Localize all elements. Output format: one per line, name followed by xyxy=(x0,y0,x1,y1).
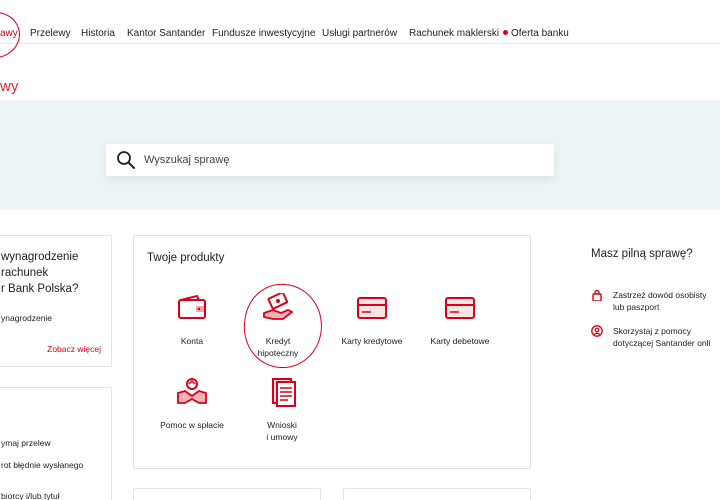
search-icon[interactable] xyxy=(116,150,136,170)
page-title: wy xyxy=(0,78,19,95)
promo-card: wynagrodzenie rachunek r Bank Polska? yn… xyxy=(0,235,112,367)
wallet-icon xyxy=(178,294,206,319)
products-title: Twoje produkty xyxy=(147,252,225,264)
nav-item-kantor[interactable]: Kantor Santander xyxy=(127,28,205,39)
see-more-link[interactable]: Zobacz więcej xyxy=(47,344,101,354)
helping-hands-icon xyxy=(177,378,207,404)
urgent-item-block-id-label: Zastrzeż dowód osobisty lub paszport xyxy=(613,290,707,312)
product-wnioski-label: Wnioski i umowy xyxy=(266,420,298,442)
nav-item-uslugi-partnerow[interactable]: Usługi partnerów xyxy=(322,28,397,39)
product-karty-debetowe[interactable]: Karty debetowe xyxy=(415,293,505,347)
transfers-card: ymaj przelew rot błędnie wysłanego biorc… xyxy=(0,387,112,500)
product-pomoc-w-splacie[interactable]: Pomoc w spłacie xyxy=(147,377,237,431)
user-help-icon xyxy=(591,325,603,337)
transfer-option-change[interactable]: biorcy i/lub tytuł xyxy=(1,491,60,500)
transfer-option-return[interactable]: rot błędnie wysłanego xyxy=(1,460,83,470)
transfer-option-stop[interactable]: ymaj przelew xyxy=(1,438,51,448)
top-navigation: awy Przelewy Historia Kantor Santander F… xyxy=(0,0,720,62)
product-kredyt-label: Kredyt hipoteczny xyxy=(257,336,299,358)
nav-item-oferta-banku[interactable]: Oferta banku xyxy=(503,28,569,39)
hero-band xyxy=(0,100,720,210)
product-karty-debetowe-label: Karty debetowe xyxy=(430,336,490,346)
product-wnioski-i-umowy[interactable]: Wnioski i umowy xyxy=(237,377,327,443)
promo-title: wynagrodzenie rachunek r Bank Polska? xyxy=(1,251,79,295)
credit-card-icon xyxy=(357,297,387,319)
bottom-card-right xyxy=(343,488,531,500)
nav-item-fundusze[interactable]: Fundusze inwestycyjne xyxy=(212,28,315,39)
product-kredyt-hipoteczny[interactable]: Kredyt hipoteczny xyxy=(233,293,323,359)
promo-text: ynagrodzenie xyxy=(1,313,53,323)
product-konta-label: Konta xyxy=(180,336,204,346)
urgent-item-online-help-label: Skorzystaj z pomocy dotyczącej Santander… xyxy=(613,326,711,348)
nav-item-historia[interactable]: Historia xyxy=(81,28,115,39)
products-panel: Twoje produkty Konta Kredyt hipoteczny K… xyxy=(133,235,531,469)
product-pomoc-label: Pomoc w spłacie xyxy=(160,420,224,430)
red-dot-icon xyxy=(503,30,508,35)
nav-offer-label: Oferta banku xyxy=(511,28,569,39)
product-karty-kredytowe-label: Karty kredytowe xyxy=(341,336,403,346)
search-box[interactable] xyxy=(106,144,554,176)
urgent-title: Masz pilną sprawę? xyxy=(591,248,693,260)
hand-drawn-annotation-circle xyxy=(0,8,23,62)
debit-card-icon xyxy=(445,297,475,319)
bottom-card-left xyxy=(133,488,321,500)
search-input[interactable] xyxy=(144,144,544,176)
product-karty-kredytowe[interactable]: Karty kredytowe xyxy=(327,293,417,347)
mortgage-hand-icon xyxy=(263,293,294,320)
lock-icon xyxy=(592,289,602,301)
nav-item-rachunek-maklerski[interactable]: Rachunek maklerski xyxy=(409,28,499,39)
documents-icon xyxy=(272,378,296,407)
nav-item-przelewy[interactable]: Przelewy xyxy=(30,28,71,39)
product-konta[interactable]: Konta xyxy=(147,293,237,347)
